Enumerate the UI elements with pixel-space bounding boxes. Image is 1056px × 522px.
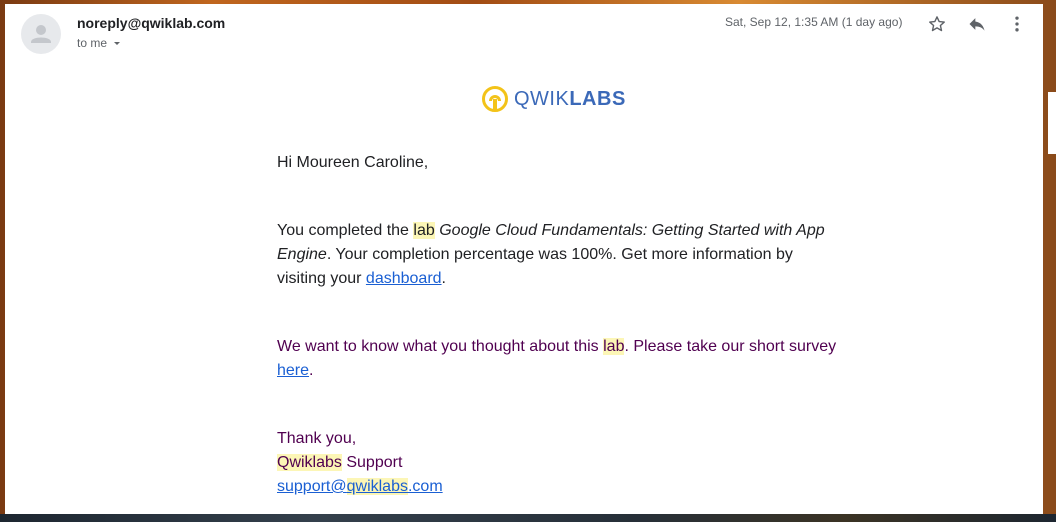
avatar: [21, 14, 61, 54]
completion-paragraph: You completed the lab Google Cloud Funda…: [277, 222, 825, 287]
background-window-edge: [1048, 92, 1056, 154]
survey-link[interactable]: here: [277, 362, 309, 379]
qwiklabs-logo: QWIKLABS: [481, 85, 626, 113]
support-line: Qwiklabs Support: [277, 454, 403, 471]
more-vert-icon[interactable]: [1005, 12, 1029, 36]
email-message: noreply@qwiklab.com to me Sat, Sep 12, 1…: [5, 4, 1043, 514]
desktop-taskbar: [0, 514, 1056, 522]
star-icon[interactable]: [925, 12, 949, 36]
survey-paragraph: We want to know what you thought about t…: [277, 338, 837, 379]
recipient-label: to me: [77, 36, 108, 50]
sender-email[interactable]: noreply@qwiklab.com: [77, 15, 225, 31]
thanks-line: Thank you,: [277, 430, 357, 447]
highlight-lab: lab: [603, 338, 625, 355]
person-icon: [31, 25, 51, 43]
dashboard-link[interactable]: dashboard: [366, 270, 442, 287]
signoff: Thank you, Qwiklabs Support support@qwik…: [277, 427, 837, 499]
recipient-toggle[interactable]: to me: [77, 36, 123, 50]
message-date: Sat, Sep 12, 1:35 AM (1 day ago): [725, 15, 903, 29]
reply-icon[interactable]: [965, 12, 989, 36]
support-email-link[interactable]: support@qwiklabs.com: [277, 478, 443, 495]
qwiklabs-logo-icon: [482, 86, 508, 112]
logo-text: QWIKLABS: [514, 87, 626, 110]
chevron-down-icon: [114, 42, 121, 45]
brand-name: Qwiklabs: [277, 454, 342, 471]
greeting: Hi Moureen Caroline,: [277, 154, 429, 171]
highlight-lab: lab: [413, 222, 435, 239]
